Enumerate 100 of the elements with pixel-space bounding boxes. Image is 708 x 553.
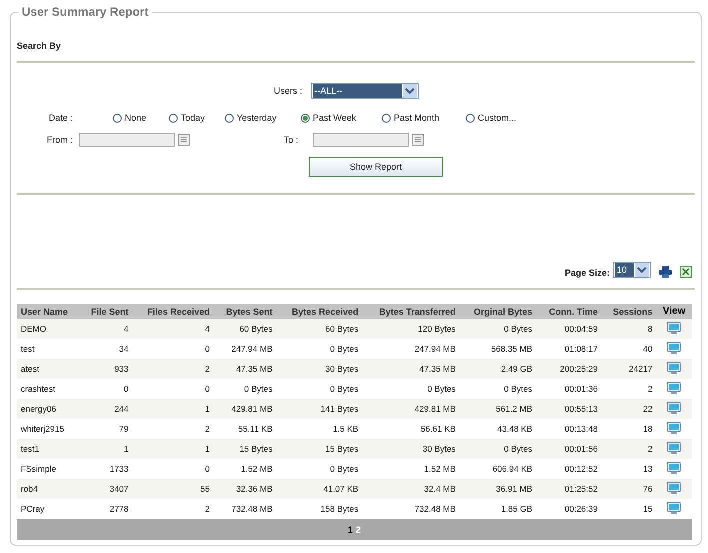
table-cell: 18 [602,419,657,439]
table-cell: 00:01:56 [536,439,602,459]
chevron-icon [402,84,417,98]
table-cell: 247.94 MB [362,339,460,359]
table-cell: PCray [17,499,80,519]
table-cell: 15 Bytes [214,439,277,459]
table-cell: 60 Bytes [276,319,363,339]
table-cell: 2 [132,499,214,519]
table-cell: 2 [602,439,657,459]
table-cell: energy06 [17,399,80,419]
table-cell: 30 Bytes [362,439,460,459]
table-cell: 0 Bytes [460,379,537,399]
table-cell: DEMO [17,319,80,339]
column-header: Orginal Bytes [460,304,537,319]
show-report-button[interactable]: Show Report [309,157,443,177]
table-cell: 0 Bytes [276,459,363,479]
table-cell: 0 Bytes [276,339,363,359]
monitor-icon[interactable] [667,322,682,334]
monitor-icon[interactable] [667,382,682,394]
table-cell: 32.4 MB [362,479,460,499]
table-cell: 732.48 MB [362,499,460,519]
date-radio[interactable]: Today [169,113,225,123]
column-header: Files Received [132,304,214,319]
monitor-icon[interactable] [667,362,682,374]
table-cell: 933 [80,359,133,379]
date-radio[interactable]: Past Week [301,113,382,123]
table-cell: 8 [602,319,657,339]
table-cell: 0 Bytes [460,439,537,459]
table-cell: 00:26:39 [536,499,602,519]
page-size-select[interactable]: 10 [613,262,651,278]
table-cell: 1733 [80,459,133,479]
chevron-icon [635,263,649,277]
table-cell: 4 [132,319,214,339]
table-cell: FSsimple [17,459,80,479]
table-cell: 47.35 MB [362,359,460,379]
column-header: Conn. Time [536,304,602,319]
page-link[interactable]: 1 [348,524,353,534]
column-header: Bytes Received [276,304,363,319]
date-radio[interactable]: Past Month [382,113,466,123]
column-header: User Name [17,304,80,319]
column-header: Bytes Sent [214,304,277,319]
table-cell: 0 [132,379,214,399]
column-header: View [656,304,692,319]
table-cell: 2 [132,359,214,379]
table-cell: 13 [602,459,657,479]
table-cell: 3407 [80,479,133,499]
table-cell: 1.5 KB [276,419,363,439]
table-cell: 0 Bytes [460,319,537,339]
from-label: From : [47,135,73,145]
table-cell: 4 [80,319,133,339]
calendar-icon[interactable] [412,134,424,146]
table-cell: 1.52 MB [362,459,460,479]
users-label: Users : [274,86,303,96]
column-header: Sessions [602,304,657,319]
to-label: To : [284,135,299,145]
date-radio[interactable]: Yesterday [225,113,301,123]
table-cell: 79 [80,419,133,439]
table-cell: 606.94 KB [460,459,537,479]
table-cell: 568.35 MB [460,339,537,359]
table-cell: 00:13:48 [536,419,602,439]
table-cell: rob4 [17,479,80,499]
table-cell: 2778 [80,499,133,519]
table-cell: 34 [80,339,133,359]
table-cell: 24217 [602,359,657,379]
table-cell: test [17,339,80,359]
monitor-icon[interactable] [667,402,682,414]
table-cell: 43.48 KB [460,419,537,439]
calendar-icon[interactable] [178,134,190,146]
table-cell: 76 [602,479,657,499]
table-cell: 429.81 MB [214,399,277,419]
monitor-icon[interactable] [667,462,682,474]
report-title: User Summary Report [21,5,150,19]
monitor-icon[interactable] [667,442,682,454]
users-select[interactable]: --ALL-- [310,83,419,99]
table-cell: 247.94 MB [214,339,277,359]
monitor-icon[interactable] [667,482,682,494]
monitor-icon[interactable] [667,422,682,434]
table-cell: 01:08:17 [536,339,602,359]
table-cell: 1 [132,439,214,459]
monitor-icon[interactable] [667,342,682,354]
table-cell: 00:04:59 [536,319,602,339]
table-cell: 47.35 MB [214,359,277,379]
table-cell: 22 [602,399,657,419]
table-cell: 429.81 MB [362,399,460,419]
table-cell: 2 [132,419,214,439]
table-cell: 200:25:29 [536,359,602,379]
table-cell: 41.07 KB [276,479,363,499]
printer-icon[interactable] [659,266,672,278]
monitor-icon[interactable] [667,502,682,514]
table-cell: 56.61 KB [362,419,460,439]
table-cell: 55 [132,479,214,499]
table-cell: 732.48 MB [214,499,277,519]
spreadsheet-icon[interactable] [680,266,692,278]
table-cell: 1 [80,439,133,459]
date-radio[interactable]: None [113,113,169,123]
table-cell: 244 [80,399,133,419]
table-cell: 0 [132,339,214,359]
table-cell: 30 Bytes [276,359,363,379]
date-radio[interactable]: Custom... [466,113,695,123]
table-cell: test1 [17,439,80,459]
